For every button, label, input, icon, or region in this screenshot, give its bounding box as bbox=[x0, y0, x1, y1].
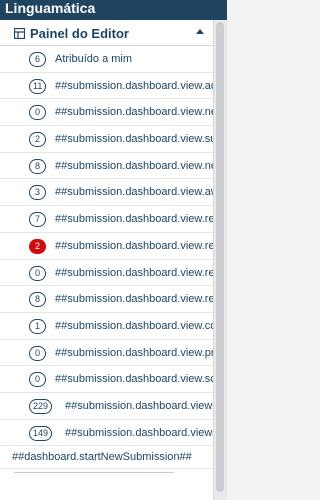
view-list-item[interactable]: 2 ##submission.dashboard.view.submission bbox=[0, 126, 213, 153]
view-list-item-label: ##submission.dashboard.view.declined bbox=[65, 426, 213, 439]
view-list-item[interactable]: 8 ##submission.dashboard.view.needsReview… bbox=[0, 153, 213, 180]
count-badge: 0 bbox=[29, 345, 46, 361]
count-badge: 0 bbox=[29, 265, 46, 281]
count-badge: 149 bbox=[29, 425, 53, 441]
view-list-item[interactable]: 0 ##submission.dashboard.view.production bbox=[0, 340, 213, 367]
sidebar: Painel do Editor 6 Atribuído a mim 11 ##sub… bbox=[0, 20, 214, 500]
count-badge: 8 bbox=[29, 158, 46, 174]
view-list-item[interactable]: 8 ##submission.dashboard.view.reviewsComp… bbox=[0, 286, 213, 313]
scrollbar-thumb[interactable] bbox=[216, 22, 224, 492]
view-list-item-label: ##submission.dashboard.view.scheduled bbox=[55, 373, 213, 386]
start-submission-row[interactable]: ##dashboard.startNewSubmission## bbox=[0, 446, 213, 470]
view-list: 6 Atribuído a mim 11 ##submission.dashboard… bbox=[0, 46, 213, 477]
view-list-item-label: ##submission.dashboard.view.reviewsOverd… bbox=[55, 239, 213, 252]
view-list-item[interactable]: 7 ##submission.dashboard.view.reviewsSubm… bbox=[0, 206, 213, 233]
divider bbox=[14, 472, 174, 479]
count-badge: 2 bbox=[29, 132, 46, 148]
count-badge: 8 bbox=[29, 292, 46, 308]
count-badge: 3 bbox=[29, 185, 46, 201]
view-list-item-label: ##submission.dashboard.view.copyediting bbox=[55, 319, 213, 332]
view-list-item-label: ##submission.dashboard.view.awaitingRevi… bbox=[55, 186, 213, 199]
view-list-item[interactable]: 6 Atribuído a mim bbox=[0, 46, 213, 73]
view-list-item[interactable]: 0 ##submission.dashboard.view.needsEditor bbox=[0, 99, 213, 127]
view-list-item-label: ##submission.dashboard.view.active bbox=[55, 79, 213, 92]
view-list-item[interactable]: 1 ##submission.dashboard.view.copyediting bbox=[0, 313, 213, 340]
view-list-item-label: ##submission.dashboard.view.submission bbox=[55, 133, 213, 146]
view-list-item[interactable]: 3 ##submission.dashboard.view.awaitingRev… bbox=[0, 179, 213, 207]
panel-header[interactable]: Painel do Editor bbox=[0, 24, 213, 44]
view-list-item-label: ##submission.dashboard.view.reviewsSubmi… bbox=[55, 213, 213, 226]
panel-title: Painel do Editor bbox=[30, 26, 129, 41]
count-badge: 2 bbox=[29, 238, 46, 254]
view-list-item[interactable]: 149 ##submission.dashboard.view.declined bbox=[0, 420, 213, 447]
count-badge: 0 bbox=[29, 372, 46, 388]
count-badge: 1 bbox=[29, 318, 46, 334]
view-list-item[interactable]: 0 ##submission.dashboard.view.scheduled bbox=[0, 366, 213, 393]
truncated-item bbox=[0, 469, 213, 477]
count-badge: 229 bbox=[29, 398, 53, 414]
count-badge: 11 bbox=[29, 78, 47, 94]
start-submission-link[interactable]: ##dashboard.startNewSubmission## bbox=[12, 446, 212, 468]
collapse-caret-icon[interactable] bbox=[196, 29, 204, 34]
view-list-item[interactable]: 2 ##submission.dashboard.view.reviewsOver… bbox=[0, 233, 213, 260]
view-list-item-label: ##submission.dashboard.view.reviewsCompl… bbox=[55, 293, 213, 306]
view-list-item-label: ##submission.dashboard.view.revisionsReq… bbox=[55, 266, 213, 279]
view-list-item-label: ##submission.dashboard.view.production bbox=[55, 346, 213, 359]
count-badge: 6 bbox=[29, 52, 46, 67]
app-title: Linguamática bbox=[0, 0, 227, 20]
view-list-item[interactable]: 0 ##submission.dashboard.view.revisionsRe… bbox=[0, 260, 213, 287]
view-list-item-label: ##submission.dashboard.view.needsEditor bbox=[55, 106, 213, 119]
view-list-item[interactable]: 11 ##submission.dashboard.view.active bbox=[0, 73, 213, 100]
view-list-item-label: ##submission.dashboard.view.published bbox=[65, 399, 213, 412]
count-badge: 7 bbox=[29, 212, 46, 228]
count-badge: 0 bbox=[29, 105, 46, 121]
view-list-item[interactable]: 229 ##submission.dashboard.view.published bbox=[0, 393, 213, 420]
view-list-item-label: ##submission.dashboard.view.needsReviewe… bbox=[55, 159, 213, 172]
view-list-item-label: Atribuído a mim bbox=[55, 53, 133, 65]
dashboard-icon bbox=[14, 28, 25, 39]
